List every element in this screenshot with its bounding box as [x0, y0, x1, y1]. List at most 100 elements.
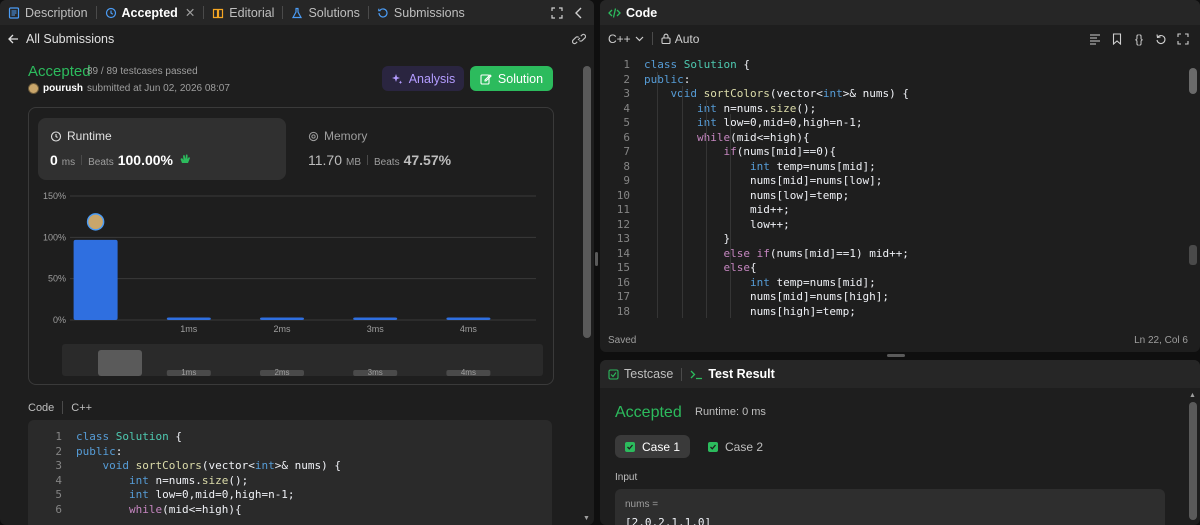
scroll-down-icon[interactable]: ▼ [583, 515, 591, 522]
tab-accepted[interactable]: Accepted ✕ [97, 0, 204, 25]
bar [260, 317, 304, 320]
line-text: if(nums[mid]==0){ [723, 145, 837, 158]
scrollbar[interactable] [583, 66, 591, 338]
editor-minimap-marks [1189, 245, 1197, 265]
line-number: 15 [616, 261, 630, 274]
line-number: 1 [55, 430, 62, 443]
tab-code[interactable]: Code [600, 0, 665, 25]
editor-code-line: 4 int n=nums.size(); [614, 102, 909, 117]
braces-icon[interactable]: {} [1128, 32, 1150, 46]
line-number: 9 [623, 174, 630, 187]
line-text: void sortColors(vector<int>& nums) { [670, 87, 909, 100]
line-text: int low=0,mid=0,high=n-1; [697, 116, 863, 129]
language-select[interactable]: C++ [608, 32, 644, 46]
line-number: 4 [55, 473, 62, 487]
saved-status: Saved [608, 335, 637, 346]
clock-icon [377, 7, 389, 19]
solution-button[interactable]: Solution [470, 66, 553, 91]
tab-editorial[interactable]: Editorial [204, 0, 282, 25]
tab-test-result[interactable]: Test Result [682, 360, 782, 388]
x-tick-label: 3ms [367, 324, 385, 334]
editor-toolbar: C++ Auto {} [600, 25, 1200, 52]
runtime-box[interactable]: Runtime 0 ms Beats 100.00% [38, 118, 286, 180]
code-lines: 1 class Solution {2 public: 3 void sortColo… [46, 430, 341, 517]
bookmark-icon[interactable] [1106, 32, 1128, 45]
timer-icon [50, 130, 62, 142]
line-text: int n=nums.size(); [128, 473, 249, 487]
line-number: 10 [616, 188, 630, 202]
editor-code-line: 9 nums[mid]=nums[low]; [614, 174, 909, 189]
mode-label[interactable]: Auto [675, 32, 700, 46]
tab-testcase[interactable]: Testcase [600, 360, 681, 388]
editor-scrollbar[interactable] [1189, 68, 1197, 94]
analysis-label: Analysis [408, 71, 456, 86]
memory-beats: 47.57% [403, 152, 452, 168]
tab-accepted-label: Accepted [121, 5, 178, 20]
clap-icon [179, 153, 191, 165]
overview-label: 2ms [274, 368, 289, 377]
overview-bar [98, 350, 142, 376]
tab-solutions[interactable]: Solutions [283, 0, 367, 25]
edit-icon [480, 73, 492, 85]
code-lang: C++ [71, 401, 93, 414]
input-box: nums = [2,0,2,1,1,0] [615, 489, 1165, 525]
tab-description[interactable]: Description [0, 0, 96, 25]
description-icon [8, 6, 20, 19]
checkbox-icon [608, 368, 619, 380]
runtime-beats-label: Beats [88, 157, 114, 168]
horizontal-resize-handle[interactable] [887, 354, 905, 357]
line-text: nums[mid]=nums[high]; [644, 290, 890, 303]
expand-icon[interactable] [1172, 32, 1194, 45]
runtime-distribution-chart: 150% 100% 50% 0% 1ms 2ms 3ms 4ms 1ms 2ms 3ms 4ms [43, 191, 543, 377]
close-icon[interactable]: ✕ [185, 5, 195, 20]
line-number: 2 [55, 444, 62, 458]
divider [367, 155, 368, 165]
case-1-label: Case 1 [642, 439, 681, 454]
x-tick-label: 2ms [273, 324, 291, 334]
line-text: int temp=nums[mid]; [749, 159, 876, 173]
chevron-down-icon [635, 36, 644, 42]
memory-box[interactable]: Memory 11.70 MB Beats 47.57% [296, 118, 544, 180]
editor-code-line: 6 while(mid<=high){ [614, 131, 909, 146]
scroll-up-icon[interactable]: ▲ [1189, 392, 1197, 399]
code-editor[interactable]: 1 class Solution {2 public: 3 void sortColo… [600, 52, 1200, 318]
tab-submissions[interactable]: Submissions [369, 0, 473, 25]
format-icon[interactable] [1084, 33, 1106, 45]
vertical-resize-handle[interactable] [595, 252, 598, 266]
avatar[interactable] [28, 83, 39, 94]
maximize-icon[interactable] [546, 6, 568, 19]
line-text: else if(nums[mid]==1) mid++; [723, 246, 909, 260]
test-scrollbar[interactable] [1189, 402, 1197, 520]
editor-code-line: 10 nums[low]=temp; [614, 189, 909, 204]
arrow-left-icon[interactable] [0, 33, 26, 45]
line-text: nums[mid]=nums[low]; [644, 174, 883, 187]
line-text: low++; [644, 217, 790, 231]
code-icon [608, 7, 621, 19]
case-1-tab[interactable]: Case 1 [615, 435, 691, 458]
line-text: int temp=nums[mid]; [749, 275, 876, 289]
analysis-button[interactable]: Analysis [382, 66, 464, 91]
runtime-unit: ms [61, 157, 76, 168]
divider [81, 155, 83, 165]
line-text: nums[low]=temp; [644, 188, 850, 202]
tab-editorial-label: Editorial [229, 5, 275, 20]
editor-code-line: 16 int temp=nums[mid]; [614, 276, 909, 291]
collapse-icon[interactable] [568, 7, 590, 19]
line-text: while(mid<=high){ [128, 502, 242, 516]
memory-label: Memory [324, 129, 368, 143]
line-number: 4 [623, 101, 630, 115]
tab-testcase-label: Testcase [624, 367, 674, 381]
username[interactable]: pourush [43, 83, 83, 94]
all-submissions-link[interactable]: All Submissions [26, 32, 114, 46]
indent-guide [730, 114, 731, 318]
link-icon[interactable] [564, 32, 594, 46]
var-value: [2,0,2,1,1,0] [625, 516, 712, 525]
check-icon [625, 441, 635, 452]
line-number: 2 [623, 72, 630, 86]
editor-code-line: 1 class Solution { [614, 58, 909, 73]
submitted-code: 1 class Solution {2 public: 3 void sortColo… [28, 420, 552, 525]
reset-icon[interactable] [1150, 33, 1172, 45]
line-number: 8 [623, 159, 630, 173]
tab-test-result-label: Test Result [708, 367, 775, 381]
case-2-tab[interactable]: Case 2 [698, 435, 773, 458]
